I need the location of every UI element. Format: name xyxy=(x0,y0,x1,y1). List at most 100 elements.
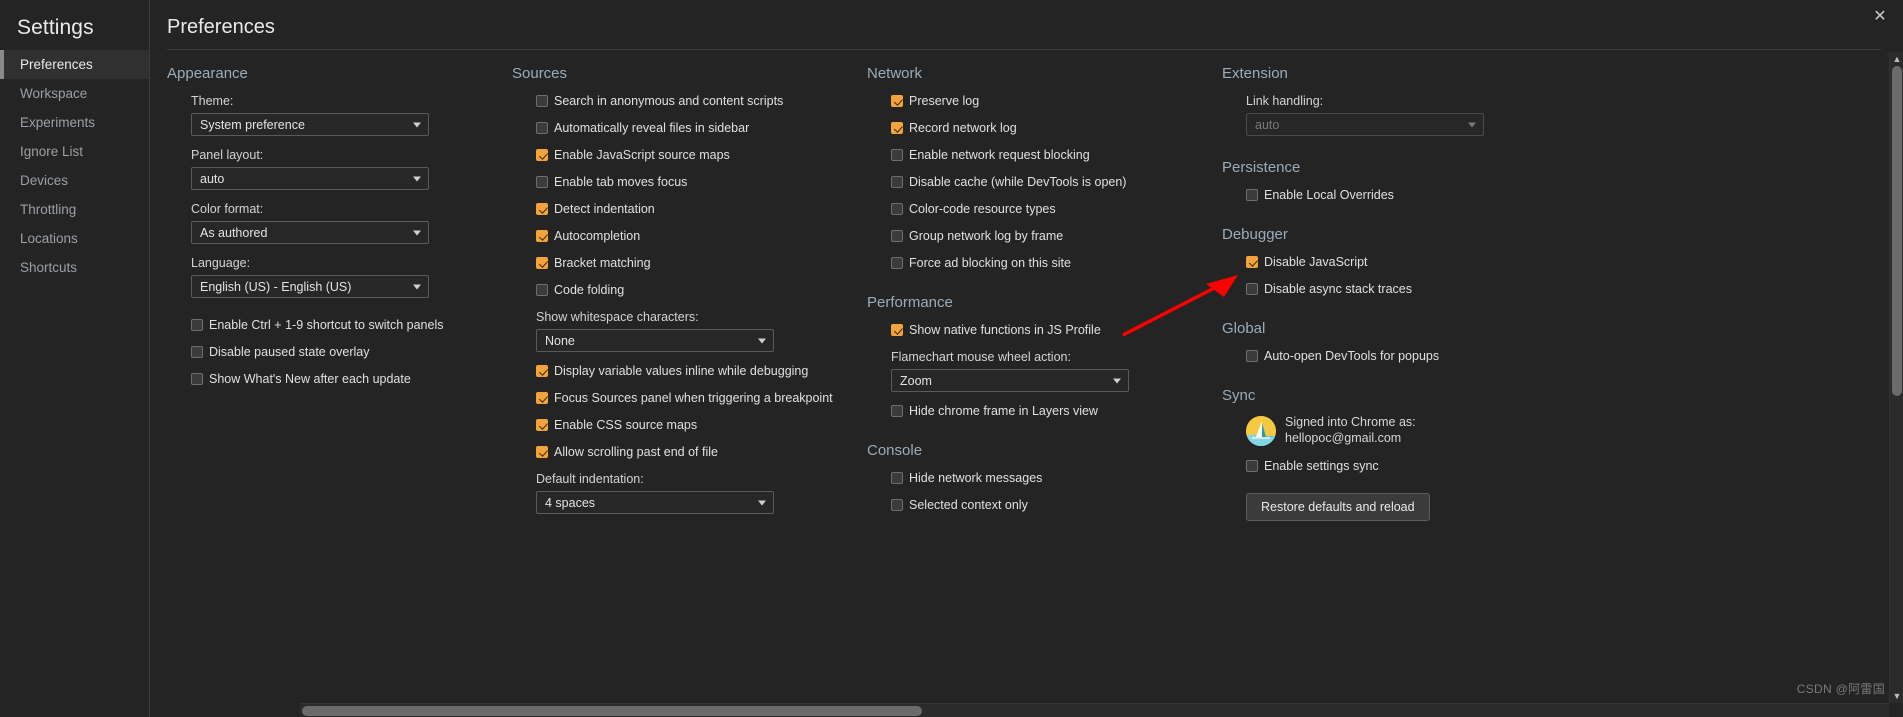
checkbox-label: Hide chrome frame in Layers view xyxy=(909,404,1098,418)
checkbox-icon xyxy=(891,472,903,484)
checkbox-label: Color-code resource types xyxy=(909,202,1056,216)
chevron-down-icon xyxy=(758,338,766,343)
checkbox-label: Automatically reveal files in sidebar xyxy=(554,121,750,135)
whitespace-select-value: None xyxy=(545,333,575,348)
checkbox-icon xyxy=(536,419,548,431)
preferences-content: Preferences Appearance Theme: System pre… xyxy=(150,0,1903,717)
checkbox-allow-scrolling-past-eof[interactable]: Allow scrolling past end of file xyxy=(512,444,844,460)
sidebar-item-workspace[interactable]: Workspace xyxy=(0,79,149,108)
checkbox-icon xyxy=(536,95,548,107)
chevron-down-icon xyxy=(758,500,766,505)
checkbox-selected-context-only[interactable]: Selected context only xyxy=(867,497,1199,513)
checkbox-enable-local-overrides[interactable]: Enable Local Overrides xyxy=(1222,187,1549,203)
checkbox-icon xyxy=(536,257,548,269)
checkbox-label: Force ad blocking on this site xyxy=(909,256,1071,270)
sidebar-item-experiments[interactable]: Experiments xyxy=(0,108,149,137)
section-title-appearance: Appearance xyxy=(167,65,248,82)
vertical-scrollbar[interactable]: ▲ ▼ xyxy=(1889,52,1903,703)
horizontal-scrollbar-thumb[interactable] xyxy=(302,706,922,716)
theme-select[interactable]: System preference xyxy=(191,113,429,136)
sidebar-item-locations[interactable]: Locations xyxy=(0,224,149,253)
flamechart-select[interactable]: Zoom xyxy=(891,369,1129,392)
checkbox-icon xyxy=(536,284,548,296)
language-select[interactable]: English (US) - English (US) xyxy=(191,275,429,298)
language-select-value: English (US) - English (US) xyxy=(200,279,352,294)
checkbox-icon xyxy=(536,230,548,242)
checkbox-hide-chrome-frame[interactable]: Hide chrome frame in Layers view xyxy=(867,403,1199,419)
checkbox-icon xyxy=(1246,189,1258,201)
section-title-sync: Sync xyxy=(1222,387,1256,404)
indentation-select[interactable]: 4 spaces xyxy=(536,491,774,514)
checkbox-enable-js-source-maps[interactable]: Enable JavaScript source maps xyxy=(512,147,844,163)
scroll-up-icon[interactable]: ▲ xyxy=(1890,52,1903,66)
checkbox-hide-network-messages[interactable]: Hide network messages xyxy=(867,470,1199,486)
checkbox-icon xyxy=(891,499,903,511)
checkbox-label: Show What's New after each update xyxy=(209,372,411,386)
settings-window: Settings Preferences Workspace Experimen… xyxy=(0,0,1903,717)
scrollbar-thumb[interactable] xyxy=(1892,66,1902,396)
checkbox-bracket-matching[interactable]: Bracket matching xyxy=(512,255,844,271)
checkbox-label: Enable Ctrl + 1-9 shortcut to switch pan… xyxy=(209,318,444,332)
sidebar-item-throttling[interactable]: Throttling xyxy=(0,195,149,224)
checkbox-icon xyxy=(891,149,903,161)
theme-label: Theme: xyxy=(191,94,234,108)
restore-defaults-button[interactable]: Restore defaults and reload xyxy=(1246,493,1430,521)
checkbox-disable-javascript[interactable]: Disable JavaScript xyxy=(1222,254,1549,270)
checkbox-preserve-log[interactable]: Preserve log xyxy=(867,93,1199,109)
checkbox-disable-async-stack-traces[interactable]: Disable async stack traces xyxy=(1222,281,1549,297)
checkbox-label: Disable cache (while DevTools is open) xyxy=(909,175,1127,189)
checkbox-enable-ctrl-shortcut[interactable]: Enable Ctrl + 1-9 shortcut to switch pan… xyxy=(167,317,489,333)
sidebar-item-devices[interactable]: Devices xyxy=(0,166,149,195)
checkbox-icon xyxy=(536,446,548,458)
checkbox-auto-open-devtools-popups[interactable]: Auto-open DevTools for popups xyxy=(1222,348,1549,364)
panel-layout-label: Panel layout: xyxy=(191,148,264,162)
checkbox-icon xyxy=(1246,350,1258,362)
checkbox-search-anonymous[interactable]: Search in anonymous and content scripts xyxy=(512,93,844,109)
checkbox-autocompletion[interactable]: Autocompletion xyxy=(512,228,844,244)
checkbox-label: Enable CSS source maps xyxy=(554,418,698,432)
checkbox-force-ad-blocking[interactable]: Force ad blocking on this site xyxy=(867,255,1199,271)
chevron-down-icon xyxy=(413,176,421,181)
close-icon[interactable]: ✕ xyxy=(1871,8,1889,26)
checkbox-enable-tab-moves-focus[interactable]: Enable tab moves focus xyxy=(512,174,844,190)
sidebar-item-shortcuts[interactable]: Shortcuts xyxy=(0,253,149,282)
checkbox-detect-indentation[interactable]: Detect indentation xyxy=(512,201,844,217)
checkbox-enable-settings-sync[interactable]: Enable settings sync xyxy=(1222,458,1549,474)
checkbox-icon xyxy=(1246,283,1258,295)
link-handling-select[interactable]: auto xyxy=(1246,113,1484,136)
checkbox-label: Display variable values inline while deb… xyxy=(554,364,809,378)
sidebar-item-preferences[interactable]: Preferences xyxy=(0,50,149,79)
checkbox-focus-sources-panel[interactable]: Focus Sources panel when triggering a br… xyxy=(512,390,844,406)
section-title-network: Network xyxy=(867,65,923,82)
panel-layout-select[interactable]: auto xyxy=(191,167,429,190)
checkbox-label: Preserve log xyxy=(909,94,980,108)
checkbox-label: Focus Sources panel when triggering a br… xyxy=(554,391,833,405)
column-sources: Sources Search in anonymous and content … xyxy=(495,64,850,705)
checkbox-enable-css-source-maps[interactable]: Enable CSS source maps xyxy=(512,417,844,433)
sync-signed-in-label: Signed into Chrome as: xyxy=(1285,415,1416,429)
flamechart-select-value: Zoom xyxy=(900,373,932,388)
checkbox-record-network-log[interactable]: Record network log xyxy=(867,120,1199,136)
checkbox-disable-paused-overlay[interactable]: Disable paused state overlay xyxy=(167,344,489,360)
horizontal-scrollbar[interactable] xyxy=(300,703,1889,717)
checkbox-group-network-log-by-frame[interactable]: Group network log by frame xyxy=(867,228,1199,244)
checkbox-show-whats-new[interactable]: Show What's New after each update xyxy=(167,371,489,387)
checkbox-disable-cache[interactable]: Disable cache (while DevTools is open) xyxy=(867,174,1199,190)
checkbox-color-code-resource-types[interactable]: Color-code resource types xyxy=(867,201,1199,217)
checkbox-enable-network-request-blocking[interactable]: Enable network request blocking xyxy=(867,147,1199,163)
checkbox-label: Code folding xyxy=(554,283,625,297)
checkbox-display-variable-values[interactable]: Display variable values inline while deb… xyxy=(512,363,844,379)
sidebar-item-ignore-list[interactable]: Ignore List xyxy=(0,137,149,166)
color-format-select[interactable]: As authored xyxy=(191,221,429,244)
checkbox-show-native-functions[interactable]: Show native functions in JS Profile xyxy=(867,322,1199,338)
scroll-down-icon[interactable]: ▼ xyxy=(1890,689,1903,703)
panel-layout-field: Panel layout: auto xyxy=(167,147,489,190)
checkbox-label: Show native functions in JS Profile xyxy=(909,323,1101,337)
section-title-global: Global xyxy=(1222,320,1266,337)
whitespace-select[interactable]: None xyxy=(536,329,774,352)
checkbox-auto-reveal-files[interactable]: Automatically reveal files in sidebar xyxy=(512,120,844,136)
checkbox-icon xyxy=(1246,460,1258,472)
avatar xyxy=(1246,415,1276,446)
checkbox-code-folding[interactable]: Code folding xyxy=(512,282,844,298)
checkbox-label: Group network log by frame xyxy=(909,229,1064,243)
